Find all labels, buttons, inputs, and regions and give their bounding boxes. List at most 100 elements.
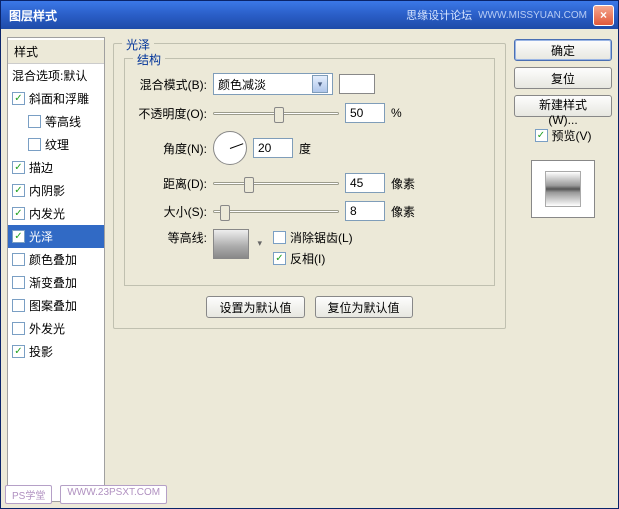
preview-row: ✓ 预览(V) — [514, 127, 612, 144]
size-label: 大小(S): — [135, 203, 207, 220]
sidebar-item[interactable]: 等高线 — [8, 110, 104, 133]
angle-unit: 度 — [299, 140, 311, 157]
invert-label: 反相(I) — [290, 250, 325, 267]
size-slider-thumb[interactable] — [220, 205, 230, 221]
sidebar-item[interactable]: ✓斜面和浮雕 — [8, 87, 104, 110]
right-panel: 确定 复位 新建样式(W)... ✓ 预览(V) — [514, 37, 612, 502]
sidebar-item-label: 投影 — [29, 343, 53, 360]
ok-button[interactable]: 确定 — [514, 39, 612, 61]
preview-checkbox[interactable]: ✓ — [535, 129, 548, 142]
sidebar-item-checkbox[interactable] — [12, 299, 25, 312]
sidebar-item-checkbox[interactable]: ✓ — [12, 92, 25, 105]
reset-default-button[interactable]: 复位为默认值 — [315, 296, 413, 318]
color-swatch[interactable] — [339, 74, 375, 94]
size-row: 大小(S): 8 像素 — [135, 201, 484, 221]
sidebar-item-label: 颜色叠加 — [29, 251, 77, 268]
brand-url: WWW.MISSYUAN.COM — [478, 10, 587, 21]
sidebar-item-checkbox[interactable]: ✓ — [12, 184, 25, 197]
sidebar-blend-default[interactable]: 混合选项:默认 — [8, 64, 104, 87]
sidebar-item[interactable]: 纹理 — [8, 133, 104, 156]
footer-tag-2: WWW.23PSXT.COM — [60, 485, 167, 504]
blend-mode-row: 混合模式(B): 颜色减淡 ▾ — [135, 73, 484, 95]
blend-mode-label: 混合模式(B): — [135, 76, 207, 93]
distance-unit: 像素 — [391, 175, 415, 192]
opacity-label: 不透明度(O): — [135, 105, 207, 122]
structure-group: 结构 混合模式(B): 颜色减淡 ▾ 不透明度(O): — [124, 58, 495, 286]
opacity-slider-thumb[interactable] — [274, 107, 284, 123]
antialias-checkbox[interactable] — [273, 231, 286, 244]
dialog-body: 样式 混合选项:默认 ✓斜面和浮雕等高线纹理 ✓ 描边 ✓ 内阴影 ✓ 内发光 ✓ 光泽颜色叠加… — [1, 29, 618, 508]
opacity-slider[interactable] — [213, 112, 339, 115]
titlebar: 图层样式 思缘设计论坛 WWW.MISSYUAN.COM × — [1, 1, 618, 29]
opacity-input[interactable]: 50 — [345, 103, 385, 123]
default-buttons: 设置为默认值 复位为默认值 — [124, 296, 495, 318]
chevron-down-icon: ▾ — [312, 75, 328, 93]
sidebar-item-checkbox[interactable] — [12, 253, 25, 266]
distance-label: 距离(D): — [135, 175, 207, 192]
contour-row: 等高线: ▾ 消除锯齿(L) ✓ — [135, 229, 484, 267]
angle-dial[interactable] — [213, 131, 247, 165]
angle-input[interactable]: 20 — [253, 138, 293, 158]
main-panel: 光泽 结构 混合模式(B): 颜色减淡 ▾ 不透明度(O): — [113, 37, 506, 502]
contour-options: 消除锯齿(L) ✓ 反相(I) — [273, 229, 353, 267]
distance-input[interactable]: 45 — [345, 173, 385, 193]
blend-mode-value: 颜色减淡 — [218, 76, 266, 93]
size-input[interactable]: 8 — [345, 201, 385, 221]
sidebar-item-label: 描边 — [29, 159, 53, 176]
sidebar-item[interactable]: 渐变叠加 — [8, 271, 104, 294]
sidebar-item[interactable]: ✓ 光泽 — [8, 225, 104, 248]
distance-slider[interactable] — [213, 182, 339, 185]
sidebar-item-checkbox[interactable]: ✓ — [12, 161, 25, 174]
sidebar-item-label: 内发光 — [29, 205, 65, 222]
sidebar-item[interactable]: 外发光 — [8, 317, 104, 340]
sidebar-item-label: 纹理 — [45, 136, 69, 153]
footer-tag-1: PS学堂 — [5, 485, 52, 504]
new-style-button[interactable]: 新建样式(W)... — [514, 95, 612, 117]
preview-label: 预览(V) — [552, 127, 592, 144]
sidebar-item-checkbox[interactable]: ✓ — [12, 230, 25, 243]
close-button[interactable]: × — [593, 5, 614, 26]
sidebar-item[interactable]: ✓ 内发光 — [8, 202, 104, 225]
preview-box — [531, 160, 595, 218]
blend-mode-select[interactable]: 颜色减淡 ▾ — [213, 73, 333, 95]
satin-group: 光泽 结构 混合模式(B): 颜色减淡 ▾ 不透明度(O): — [113, 43, 506, 329]
dialog-window: 图层样式 思缘设计论坛 WWW.MISSYUAN.COM × 样式 混合选项:默… — [0, 0, 619, 509]
styles-sidebar: 样式 混合选项:默认 ✓斜面和浮雕等高线纹理 ✓ 描边 ✓ 内阴影 ✓ 内发光 ✓ 光泽颜色叠加… — [7, 37, 105, 502]
sidebar-item[interactable]: ✓ 投影 — [8, 340, 104, 363]
distance-slider-thumb[interactable] — [244, 177, 254, 193]
window-title: 图层样式 — [5, 7, 57, 24]
sidebar-blend-default-label: 混合选项:默认 — [12, 67, 87, 84]
angle-row: 角度(N): 20 度 — [135, 131, 484, 165]
invert-row: ✓ 反相(I) — [273, 250, 353, 267]
set-default-button[interactable]: 设置为默认值 — [206, 296, 304, 318]
sidebar-item[interactable]: 图案叠加 — [8, 294, 104, 317]
opacity-row: 不透明度(O): 50 % — [135, 103, 484, 123]
contour-picker-wrap: ▾ — [213, 229, 249, 259]
preview-thumbnail — [545, 171, 581, 207]
sidebar-item[interactable]: ✓ 描边 — [8, 156, 104, 179]
sidebar-item-label: 等高线 — [45, 113, 81, 130]
antialias-label: 消除锯齿(L) — [290, 229, 353, 246]
sidebar-item-label: 渐变叠加 — [29, 274, 77, 291]
sidebar-item[interactable]: ✓ 内阴影 — [8, 179, 104, 202]
invert-checkbox[interactable]: ✓ — [273, 252, 286, 265]
sidebar-item-label: 内阴影 — [29, 182, 65, 199]
contour-picker[interactable]: ▾ — [213, 229, 249, 259]
sidebar-header: 样式 — [8, 40, 104, 64]
distance-row: 距离(D): 45 像素 — [135, 173, 484, 193]
sidebar-item-checkbox[interactable] — [12, 322, 25, 335]
sidebar-item-label: 光泽 — [29, 228, 53, 245]
sidebar-item-checkbox[interactable]: ✓ — [12, 207, 25, 220]
reset-button[interactable]: 复位 — [514, 67, 612, 89]
sidebar-item[interactable]: 颜色叠加 — [8, 248, 104, 271]
size-slider[interactable] — [213, 210, 339, 213]
antialias-row: 消除锯齿(L) — [273, 229, 353, 246]
sidebar-item-checkbox[interactable] — [28, 138, 41, 151]
sidebar-item-checkbox[interactable]: ✓ — [12, 345, 25, 358]
contour-label: 等高线: — [135, 229, 207, 246]
opacity-unit: % — [391, 106, 402, 120]
sidebar-item-checkbox[interactable] — [12, 276, 25, 289]
style-list: ✓斜面和浮雕等高线纹理 ✓ 描边 ✓ 内阴影 ✓ 内发光 ✓ 光泽颜色叠加渐变叠加图案叠加外发光… — [8, 87, 104, 363]
angle-label: 角度(N): — [135, 140, 207, 157]
sidebar-item-checkbox[interactable] — [28, 115, 41, 128]
